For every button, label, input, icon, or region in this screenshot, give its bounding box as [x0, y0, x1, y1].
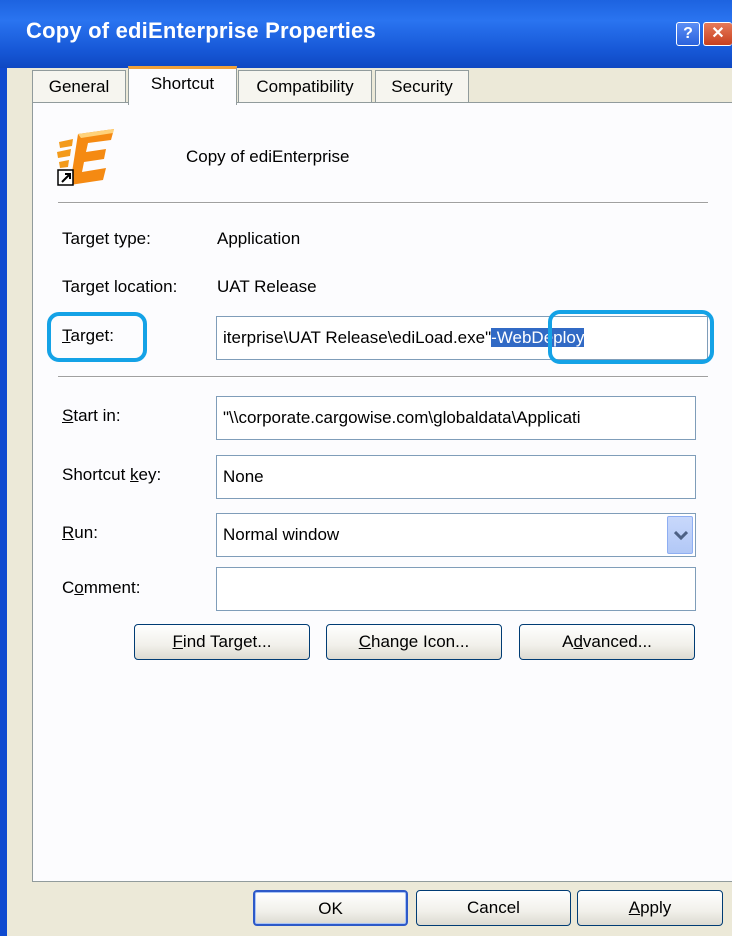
change-icon-button[interactable]: Change Icon... [326, 624, 502, 660]
tab-compatibility[interactable]: Compatibility [238, 70, 372, 102]
target-arguments-highlight [548, 310, 714, 364]
separator-middle [58, 376, 708, 378]
title-bar[interactable]: Copy of ediEnterprise Properties ? ✕ [0, 0, 732, 68]
separator-top [58, 202, 708, 204]
comment-label: Comment: [62, 578, 141, 597]
chevron-down-icon [674, 531, 688, 541]
cancel-button[interactable]: Cancel [416, 890, 571, 926]
close-button[interactable]: ✕ [703, 22, 732, 46]
target-input-text: iterprise\UAT Release\ediLoad.exe" [223, 328, 492, 347]
apply-button[interactable]: Apply [577, 890, 723, 926]
shortcut-key-input[interactable]: None [216, 455, 696, 499]
tab-shortcut[interactable]: Shortcut [128, 66, 237, 105]
ok-button[interactable]: OK [253, 890, 408, 926]
find-target-button[interactable]: Find Target... [134, 624, 310, 660]
target-label-highlight [47, 312, 147, 362]
target-type-label: Target type: [62, 229, 151, 248]
tab-security[interactable]: Security [375, 70, 469, 102]
window-title: Copy of ediEnterprise Properties [26, 18, 376, 43]
target-type-value: Application [217, 229, 301, 248]
help-button[interactable]: ? [676, 22, 700, 46]
shortcut-name: Copy of ediEnterprise [186, 147, 350, 166]
shortcut-key-label: Shortcut key: [62, 465, 162, 484]
target-location-value: UAT Release [217, 277, 317, 296]
tab-general[interactable]: General [32, 70, 126, 102]
run-select[interactable]: Normal window [216, 513, 696, 557]
target-location-label: Target location: [62, 277, 178, 296]
run-select-value: Normal window [223, 525, 340, 544]
start-in-label: Start in: [62, 406, 121, 425]
window-border [0, 68, 7, 936]
comment-input[interactable] [216, 567, 696, 611]
run-label: Run: [62, 523, 98, 542]
run-dropdown-button[interactable] [667, 516, 693, 554]
ediEnterprise-app-icon [56, 126, 118, 188]
advanced-button[interactable]: Advanced... [519, 624, 695, 660]
start-in-input[interactable]: "\\corporate.cargowise.com\globaldata\Ap… [216, 396, 696, 440]
properties-dialog: Copy of ediEnterprise Properties ? ✕ Gen… [0, 0, 732, 936]
